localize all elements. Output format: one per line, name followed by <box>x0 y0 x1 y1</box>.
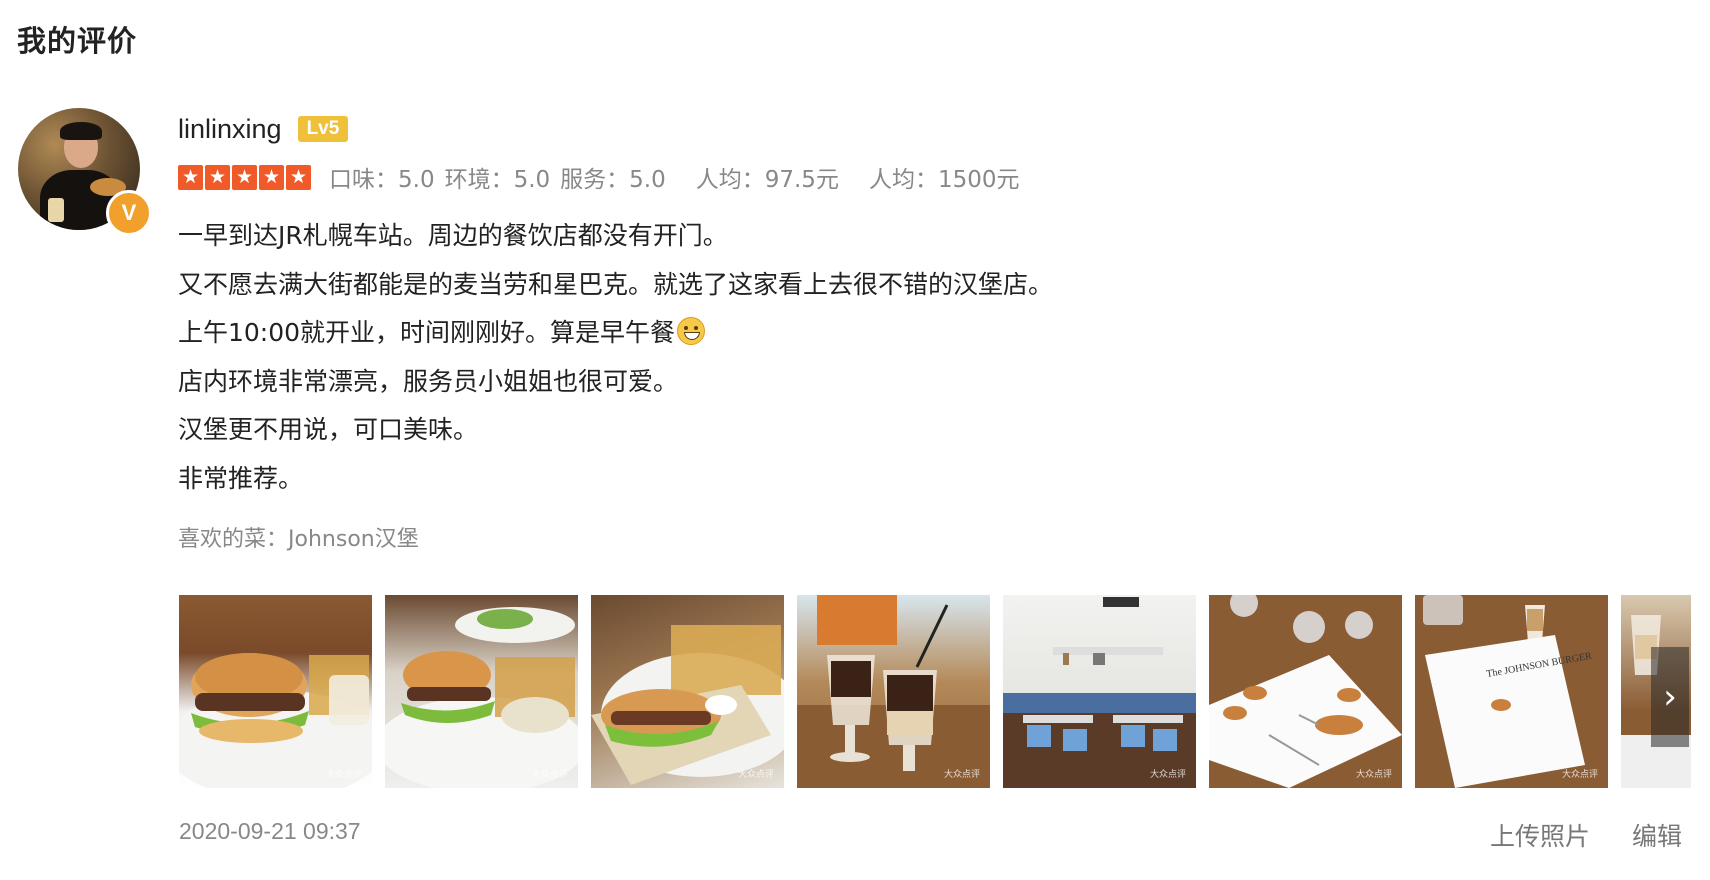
review-photo[interactable]: 大众点评 <box>591 595 784 788</box>
star-icon: ★ <box>259 164 284 190</box>
review-photo[interactable]: 大众点评 <box>179 595 372 788</box>
review-photo[interactable]: 大众点评 <box>1209 595 1402 788</box>
level-badge: Lv5 <box>297 116 349 142</box>
taste-score: 口味：5.0 <box>329 167 435 193</box>
grinning-face-icon <box>677 317 706 345</box>
star-icon: ★ <box>205 164 230 190</box>
average-price-2: 人均：1500元 <box>868 167 1020 193</box>
star-icon: ★ <box>178 164 203 190</box>
user-row: linlinxing Lv5 <box>178 105 1688 153</box>
review-line: 又不愿去满大街都能是的麦当劳和星巴克。就选了这家看上去很不错的汉堡店。 <box>178 269 1054 299</box>
upload-photos-button[interactable]: 上传照片 <box>1490 817 1590 853</box>
username[interactable]: linlinxing <box>178 114 282 145</box>
review-photo[interactable]: 大众点评 <box>797 595 990 788</box>
review-line: 上午10:00就开业，时间刚刚好。算是早午餐 <box>178 309 1688 358</box>
vip-badge-icon: V <box>106 190 152 236</box>
avatar[interactable]: V <box>18 108 152 236</box>
page-title: 我的评价 <box>17 24 138 58</box>
review-line: 一早到达JR札幌车站。周边的餐饮店都没有开门。 <box>178 221 728 250</box>
review-line: 店内环境非常漂亮，服务员小姐姐也很可爱。 <box>178 366 679 396</box>
photo-strip: 大众点评 大众点评 大众点评 大众点评 大众点评 大众点评 The JOHNSO… <box>179 595 1691 788</box>
review-line: 非常推荐。 <box>178 463 304 493</box>
star-icon: ★ <box>286 164 311 190</box>
environment-score: 环境：5.0 <box>444 167 551 193</box>
edit-button[interactable]: 编辑 <box>1632 817 1682 853</box>
review-photo[interactable]: The JOHNSON BURGER 大众点评 <box>1415 595 1608 788</box>
average-price: 人均：97.5元 <box>695 167 839 193</box>
favorite-dish: 喜欢的菜：Johnson汉堡 <box>178 527 419 552</box>
service-score: 服务：5.0 <box>560 167 666 193</box>
review-content: linlinxing Lv5 ★ ★ ★ ★ ★ 口味：5.0 环境：5.0 服… <box>178 105 1688 553</box>
review-line: 汉堡更不用说，可口美味。 <box>178 415 479 444</box>
rating-row: ★ ★ ★ ★ ★ 口味：5.0 环境：5.0 服务：5.0 人均：97.5元 … <box>178 158 1688 196</box>
review-text: 一早到达JR札幌车站。周边的餐饮店都没有开门。 又不愿去满大街都能是的麦当劳和星… <box>178 212 1688 503</box>
review-photo[interactable]: 大众点评 <box>385 595 578 788</box>
star-icon: ★ <box>232 164 257 190</box>
star-rating: ★ ★ ★ ★ ★ <box>178 164 311 190</box>
review-page: 我的评价 V linlinxing Lv5 ★ ★ ★ ★ ★ 口味：5.0 环… <box>0 0 1710 880</box>
next-photo-arrow-icon[interactable]: › <box>1651 647 1689 747</box>
review-date: 2020-09-21 09:37 <box>179 818 361 844</box>
review-photo[interactable]: 大众点评 <box>1003 595 1196 788</box>
